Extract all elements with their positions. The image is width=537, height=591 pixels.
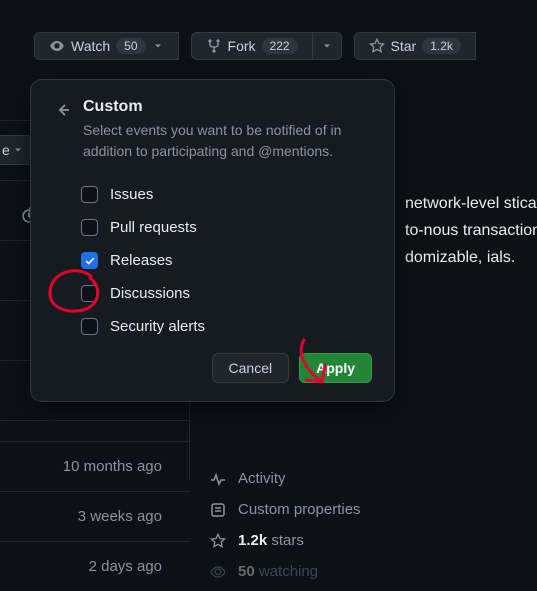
option-discussions[interactable]: Discussions [81, 285, 372, 302]
star-button[interactable]: Star 1.2k [354, 32, 476, 60]
watching-suffix: watching [259, 563, 318, 580]
option-security-alerts[interactable]: Security alerts [81, 318, 372, 335]
eye-icon [49, 38, 65, 54]
watch-custom-popover: Custom Select events you want to be noti… [30, 79, 395, 402]
checkbox[interactable] [81, 186, 98, 203]
caret-down-icon [152, 38, 164, 54]
stars-suffix: stars [271, 532, 304, 549]
option-label: Issues [110, 186, 153, 203]
apply-button[interactable]: Apply [299, 353, 372, 383]
fork-icon [206, 38, 222, 54]
option-pull-requests[interactable]: Pull requests [81, 219, 372, 236]
option-label: Security alerts [110, 318, 205, 335]
stars-row[interactable]: 1.2k stars [210, 532, 361, 549]
fork-label: Fork [228, 38, 256, 54]
repo-meta-sidebar: Activity Custom properties 1.2k stars 50… [210, 470, 361, 580]
watch-button-group: Watch 50 [34, 32, 179, 60]
eye-icon [210, 564, 226, 580]
chip-text: e [2, 142, 10, 158]
pulse-icon [210, 471, 226, 487]
watching-count: 50 [238, 563, 255, 580]
activity-label: Activity [238, 470, 286, 487]
fork-button-group: Fork 222 [191, 32, 342, 60]
notification-options-list: Issues Pull requests Releases Discussion… [81, 186, 372, 335]
checkbox[interactable] [81, 318, 98, 335]
fork-button[interactable]: Fork 222 [191, 32, 313, 60]
note-icon [210, 502, 226, 518]
repo-description-fragment: network-level sticated end-to-nous trans… [405, 190, 537, 272]
arrow-left-icon [55, 102, 71, 118]
star-button-group: Star 1.2k [354, 32, 476, 60]
cancel-button[interactable]: Cancel [212, 353, 290, 383]
option-releases[interactable]: Releases [81, 252, 372, 269]
fork-menu-button[interactable] [313, 32, 342, 60]
custom-properties-row[interactable]: Custom properties [210, 501, 361, 518]
star-icon [210, 533, 226, 549]
commit-times-column: 10 months ago 3 weeks ago 2 days ago [0, 441, 190, 591]
time-row: 3 weeks ago [0, 491, 190, 541]
stars-count: 1.2k [238, 532, 267, 549]
watch-button[interactable]: Watch 50 [34, 32, 179, 60]
checkbox[interactable] [81, 219, 98, 236]
star-label: Star [391, 38, 417, 54]
star-count: 1.2k [422, 38, 461, 54]
caret-down-icon [12, 142, 24, 158]
activity-row[interactable]: Activity [210, 470, 361, 487]
back-button[interactable] [53, 100, 73, 123]
truncated-dropdown-chip[interactable]: e [0, 135, 34, 165]
time-row: 10 months ago [0, 441, 190, 491]
repo-action-bar: Watch 50 Fork 222 Star 1.2k [34, 32, 537, 60]
time-row: 2 days ago [0, 541, 190, 591]
star-icon [369, 38, 385, 54]
checkbox-checked[interactable] [81, 252, 98, 269]
custom-properties-label: Custom properties [238, 501, 361, 518]
watch-count: 50 [116, 38, 145, 54]
caret-down-icon [321, 38, 333, 54]
popover-title: Custom [83, 98, 372, 116]
watching-row[interactable]: 50 watching [210, 563, 361, 580]
checkbox[interactable] [81, 285, 98, 302]
fork-count: 222 [262, 38, 298, 54]
popover-description: Select events you want to be notified of… [83, 120, 372, 162]
option-issues[interactable]: Issues [81, 186, 372, 203]
option-label: Pull requests [110, 219, 197, 236]
watch-label: Watch [71, 38, 110, 54]
option-label: Discussions [110, 285, 190, 302]
option-label: Releases [110, 252, 173, 269]
